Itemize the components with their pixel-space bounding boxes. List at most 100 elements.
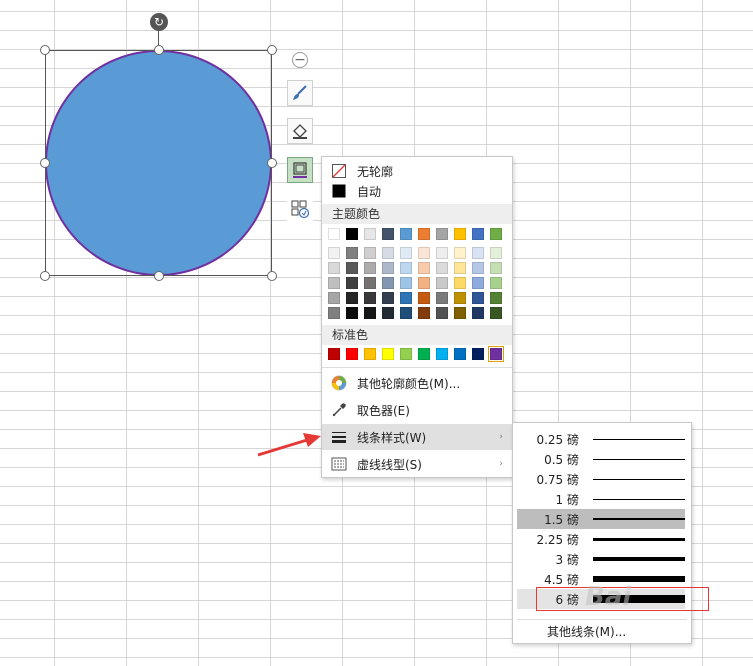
- standard-color-swatch[interactable]: [454, 348, 466, 360]
- shape-effects-button[interactable]: [287, 196, 313, 222]
- theme-color-swatch[interactable]: [382, 277, 394, 289]
- theme-color-swatch[interactable]: [328, 292, 340, 304]
- theme-color-swatch[interactable]: [364, 262, 376, 274]
- theme-color-swatch[interactable]: [364, 247, 376, 259]
- theme-color-swatch[interactable]: [382, 307, 394, 319]
- more-outline-colors-item[interactable]: 其他轮廓颜色(M)...: [322, 370, 512, 396]
- theme-color-swatch[interactable]: [346, 307, 358, 319]
- standard-colors-header: 标准色: [322, 325, 512, 345]
- theme-color-swatch[interactable]: [382, 247, 394, 259]
- theme-color-swatch[interactable]: [454, 307, 466, 319]
- shape-fill-button[interactable]: [287, 118, 313, 144]
- theme-color-swatch[interactable]: [418, 228, 430, 240]
- theme-color-swatch[interactable]: [436, 292, 448, 304]
- line-width-item[interactable]: 0.5 磅: [517, 449, 685, 469]
- theme-color-swatch[interactable]: [418, 277, 430, 289]
- theme-color-swatch[interactable]: [382, 292, 394, 304]
- theme-color-swatch[interactable]: [400, 247, 412, 259]
- theme-color-swatch[interactable]: [454, 247, 466, 259]
- standard-color-swatch[interactable]: [436, 348, 448, 360]
- line-width-item[interactable]: 1 磅: [517, 489, 685, 509]
- resize-handle-tr[interactable]: [267, 45, 277, 55]
- line-width-item[interactable]: 3 磅: [517, 549, 685, 569]
- theme-color-swatch[interactable]: [490, 292, 502, 304]
- theme-color-swatch[interactable]: [418, 307, 430, 319]
- standard-color-swatch[interactable]: [418, 348, 430, 360]
- theme-color-swatch[interactable]: [364, 277, 376, 289]
- theme-color-swatch[interactable]: [490, 228, 502, 240]
- eyedropper-item[interactable]: 取色器(E): [322, 397, 512, 423]
- standard-color-swatch[interactable]: [488, 346, 504, 362]
- theme-color-swatch[interactable]: [472, 292, 484, 304]
- shape-style-button[interactable]: [287, 80, 313, 106]
- resize-handle-r[interactable]: [267, 158, 277, 168]
- line-width-item[interactable]: 0.25 磅: [517, 429, 685, 449]
- resize-handle-t[interactable]: [154, 45, 164, 55]
- theme-color-swatch[interactable]: [346, 277, 358, 289]
- theme-color-swatch[interactable]: [364, 307, 376, 319]
- theme-color-swatch[interactable]: [328, 277, 340, 289]
- theme-color-swatch[interactable]: [400, 292, 412, 304]
- resize-handle-br[interactable]: [267, 271, 277, 281]
- theme-color-swatch[interactable]: [454, 277, 466, 289]
- line-style-item[interactable]: 线条样式(W) ›: [322, 424, 512, 450]
- resize-handle-tl[interactable]: [40, 45, 50, 55]
- theme-color-swatch[interactable]: [454, 228, 466, 240]
- theme-color-swatch[interactable]: [328, 228, 340, 240]
- theme-color-swatch[interactable]: [400, 307, 412, 319]
- line-width-item[interactable]: 0.75 磅: [517, 469, 685, 489]
- theme-color-swatch[interactable]: [364, 292, 376, 304]
- collapse-toolbar-button[interactable]: −: [292, 52, 308, 68]
- rotate-handle-icon[interactable]: ↻: [150, 13, 168, 31]
- theme-color-swatch[interactable]: [328, 262, 340, 274]
- theme-color-swatch[interactable]: [436, 262, 448, 274]
- standard-color-swatch[interactable]: [364, 348, 376, 360]
- shape-outline-button[interactable]: [287, 157, 313, 183]
- theme-color-swatch[interactable]: [454, 292, 466, 304]
- standard-color-swatch[interactable]: [346, 348, 358, 360]
- theme-color-swatch[interactable]: [400, 277, 412, 289]
- theme-color-swatch[interactable]: [436, 228, 448, 240]
- theme-color-swatch[interactable]: [418, 262, 430, 274]
- theme-color-swatch[interactable]: [490, 262, 502, 274]
- resize-handle-bl[interactable]: [40, 271, 50, 281]
- theme-color-swatch[interactable]: [454, 262, 466, 274]
- line-width-item[interactable]: 2.25 磅: [517, 529, 685, 549]
- theme-color-swatch[interactable]: [472, 277, 484, 289]
- theme-color-swatch[interactable]: [436, 247, 448, 259]
- theme-color-swatch[interactable]: [418, 247, 430, 259]
- theme-color-swatch[interactable]: [436, 307, 448, 319]
- theme-color-swatch[interactable]: [400, 228, 412, 240]
- theme-color-swatch[interactable]: [418, 292, 430, 304]
- theme-color-swatch[interactable]: [400, 262, 412, 274]
- resize-handle-b[interactable]: [154, 271, 164, 281]
- theme-color-swatch[interactable]: [346, 228, 358, 240]
- theme-color-swatch[interactable]: [472, 262, 484, 274]
- theme-color-swatch[interactable]: [346, 292, 358, 304]
- theme-color-swatch[interactable]: [382, 228, 394, 240]
- automatic-item[interactable]: 自动: [322, 178, 512, 204]
- standard-color-swatch[interactable]: [328, 348, 340, 360]
- standard-color-swatch[interactable]: [382, 348, 394, 360]
- theme-color-swatch[interactable]: [472, 247, 484, 259]
- standard-color-swatch[interactable]: [472, 348, 484, 360]
- resize-handle-l[interactable]: [40, 158, 50, 168]
- eyedropper-icon: [331, 402, 347, 418]
- theme-color-swatch[interactable]: [472, 228, 484, 240]
- theme-color-swatch[interactable]: [346, 262, 358, 274]
- standard-color-swatch[interactable]: [400, 348, 412, 360]
- dash-type-item[interactable]: 虚线线型(S) ›: [322, 451, 512, 477]
- theme-color-swatch[interactable]: [436, 277, 448, 289]
- theme-color-swatch[interactable]: [490, 277, 502, 289]
- line-width-item[interactable]: 1.5 磅: [517, 509, 685, 529]
- theme-color-swatch[interactable]: [472, 307, 484, 319]
- theme-color-swatch[interactable]: [382, 262, 394, 274]
- theme-color-swatch[interactable]: [364, 228, 376, 240]
- theme-color-swatch[interactable]: [490, 307, 502, 319]
- theme-color-swatch[interactable]: [346, 247, 358, 259]
- line-width-label: 3 磅: [555, 553, 579, 567]
- theme-color-swatch[interactable]: [328, 247, 340, 259]
- theme-color-swatch[interactable]: [328, 307, 340, 319]
- dash-type-icon: [331, 456, 347, 472]
- theme-color-swatch[interactable]: [490, 247, 502, 259]
